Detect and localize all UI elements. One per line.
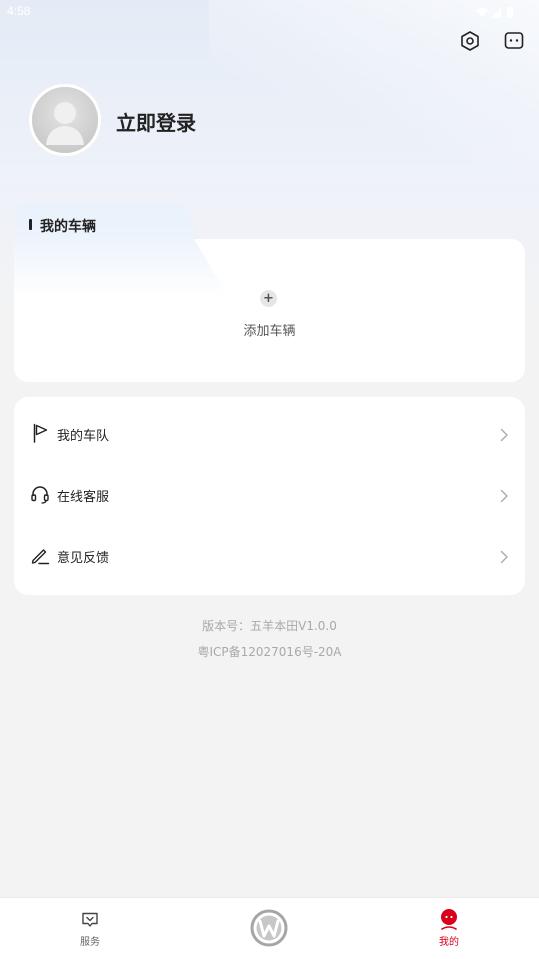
menu-item-online-service[interactable]: 在线客服 [14, 465, 525, 526]
bottom-nav: 服务 我的 [0, 897, 539, 959]
menu-card: 我的车队 在线客服 意见反馈 [14, 397, 525, 595]
chevron-right-icon [499, 488, 509, 503]
add-vehicle-button[interactable]: 添加车辆 [0, 320, 539, 339]
menu-item-feedback[interactable]: 意见反馈 [14, 526, 525, 587]
nav-item-service[interactable]: 服务 [30, 898, 150, 959]
nav-item-mine[interactable]: 我的 [389, 898, 509, 959]
chevron-right-icon [499, 549, 509, 564]
status-time: 4:58 [7, 4, 31, 18]
vehicle-card-gradient [14, 239, 230, 299]
menu-item-label: 意见反馈 [57, 551, 110, 566]
signal-icon [491, 8, 501, 18]
add-vehicle-label[interactable]: 添加车辆 [243, 324, 295, 339]
settings-icon[interactable] [459, 30, 481, 52]
vehicle-section-title: 我的车辆 [40, 219, 96, 235]
nav-label: 服务 [80, 937, 100, 948]
menu-item-label: 在线客服 [57, 490, 110, 505]
chevron-right-icon [499, 427, 509, 442]
flag-icon [30, 423, 50, 443]
icp-text: 粤ICP备12027016号-20A [197, 645, 342, 659]
brand-logo-icon [250, 909, 288, 947]
wifi-icon [476, 8, 488, 17]
version-text: 版本号：五羊本田V1.0.0 [202, 619, 337, 633]
section-marker [29, 219, 32, 230]
pen-icon [30, 545, 50, 565]
headset-icon [30, 484, 50, 504]
add-vehicle-icon[interactable]: + [260, 290, 277, 307]
nav-label: 我的 [439, 937, 459, 948]
status-icons [475, 4, 517, 23]
user-icon [439, 909, 459, 931]
heart-chat-icon [80, 910, 100, 930]
status-bar: 4:58 [0, 0, 539, 22]
avatar[interactable] [29, 84, 101, 156]
login-link[interactable]: 立即登录 [116, 107, 196, 136]
nav-item-home[interactable] [209, 898, 329, 959]
vehicle-card [14, 239, 525, 382]
battery-icon [507, 8, 513, 18]
menu-item-label: 我的车队 [57, 429, 110, 444]
message-icon[interactable] [503, 30, 525, 52]
menu-item-my-fleet[interactable]: 我的车队 [14, 404, 525, 465]
